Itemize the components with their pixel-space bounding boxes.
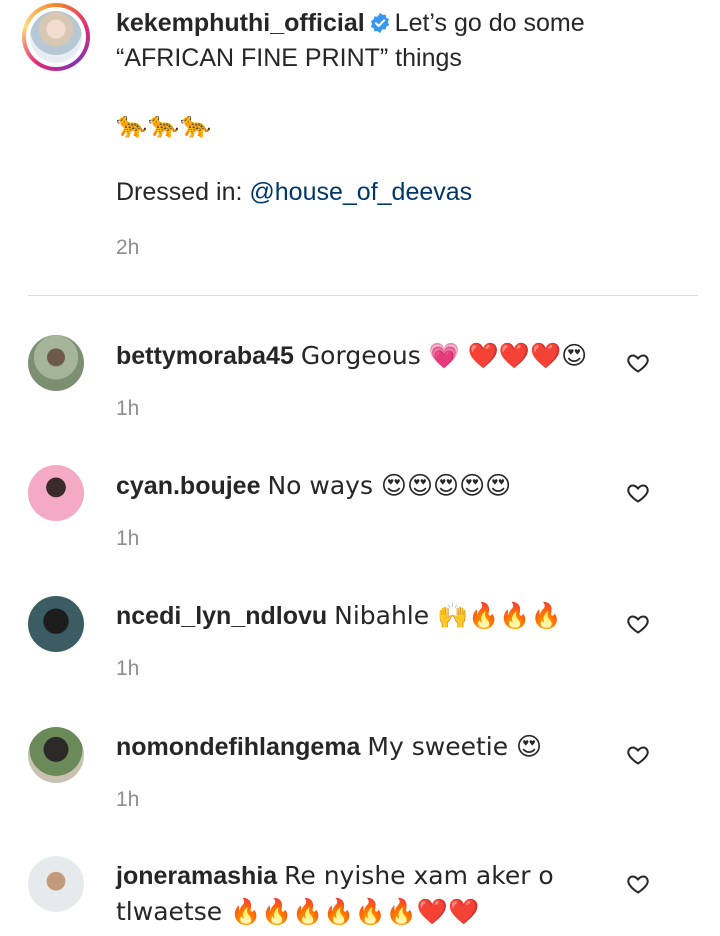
heart-outline-icon[interactable] [626, 351, 650, 375]
heart-outline-icon[interactable] [626, 743, 650, 767]
comment-text: bettymoraba45 Gorgeous 💗 ❤️❤️❤️😍 [116, 338, 596, 374]
comment-timestamp: 1h [116, 657, 140, 680]
comment-item: joneramashia Re nyishe xam aker o tlwaet… [0, 856, 720, 936]
caption-text: kekemphuthi_official Let’s go do some “A… [116, 6, 676, 76]
caption-dressed-line: Dressed in: @house_of_deevas [116, 175, 472, 210]
commenter-username[interactable]: nomondefihlangema [116, 733, 360, 761]
post-author-avatar[interactable] [22, 3, 90, 71]
commenter-username[interactable]: ncedi_lyn_ndlovu [116, 602, 327, 630]
heart-outline-icon[interactable] [626, 612, 650, 636]
comment-text: nomondefihlangema My sweetie 😍 [116, 729, 596, 765]
comment-body: Gorgeous 💗 ❤️❤️❤️😍 [300, 341, 588, 370]
commenter-avatar[interactable] [28, 856, 84, 912]
comment-body: No ways 😍😍😍😍😍 [267, 471, 512, 500]
comment-item: nomondefihlangema My sweetie 😍 1h [0, 727, 720, 857]
commenter-avatar[interactable] [28, 335, 84, 391]
comment-text: joneramashia Re nyishe xam aker o tlwaet… [116, 858, 556, 930]
comment-item: cyan.boujee No ways 😍😍😍😍😍 1h [0, 465, 720, 595]
heart-outline-icon[interactable] [626, 872, 650, 896]
dressed-prefix: Dressed in: [116, 178, 250, 206]
commenter-username[interactable]: bettymoraba45 [116, 342, 294, 370]
heart-outline-icon[interactable] [626, 481, 650, 505]
commenter-avatar[interactable] [28, 727, 84, 783]
comment-text: ncedi_lyn_ndlovu Nibahle 🙌🔥🔥🔥 [116, 598, 596, 634]
comment-body: My sweetie 😍 [367, 732, 543, 761]
post-author-username[interactable]: kekemphuthi_official [116, 9, 365, 37]
commenter-username[interactable]: cyan.boujee [116, 472, 261, 500]
post-timestamp: 2h [116, 236, 140, 259]
comment-timestamp: 1h [116, 527, 140, 550]
comment-text: cyan.boujee No ways 😍😍😍😍😍 [116, 468, 596, 504]
comment-timestamp: 1h [116, 788, 140, 811]
divider [28, 295, 698, 296]
commenter-avatar[interactable] [28, 596, 84, 652]
post-caption: kekemphuthi_official Let’s go do some “A… [0, 0, 720, 296]
dressed-mention-link[interactable]: @house_of_deevas [249, 178, 472, 206]
commenter-username[interactable]: joneramashia [116, 862, 277, 890]
comment-timestamp: 1h [116, 397, 140, 420]
verified-badge-icon [370, 12, 389, 34]
avatar-image [30, 11, 82, 63]
comment-body: Nibahle 🙌🔥🔥🔥 [334, 601, 562, 630]
comment-item: ncedi_lyn_ndlovu Nibahle 🙌🔥🔥🔥 1h [0, 596, 720, 726]
caption-emoji-line: 🐆🐆🐆 [116, 110, 213, 139]
commenter-avatar[interactable] [28, 465, 84, 521]
comment-item: bettymoraba45 Gorgeous 💗 ❤️❤️❤️😍 1h [0, 335, 720, 465]
